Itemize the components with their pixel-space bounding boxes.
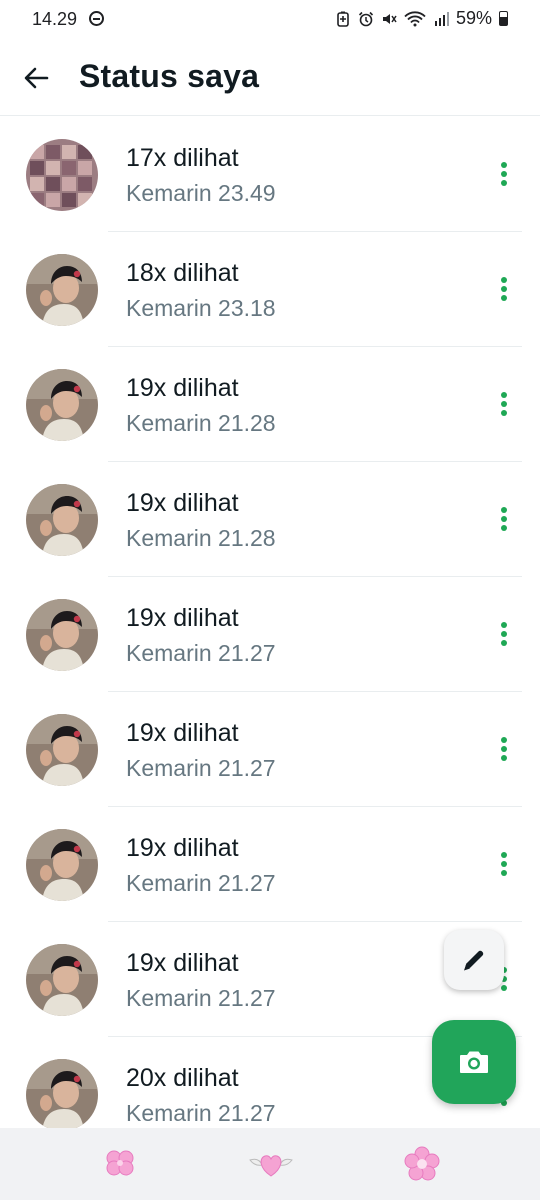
avatar-image <box>26 139 98 211</box>
status-menu-button[interactable] <box>490 735 518 763</box>
signal-icon <box>434 11 449 26</box>
status-time: Kemarin 21.27 <box>126 870 276 896</box>
avatar-image <box>26 599 98 671</box>
status-thumbnail[interactable] <box>26 1059 98 1131</box>
status-menu-button[interactable] <box>490 620 518 648</box>
status-info: 19x dilihat Kemarin 21.27 <box>126 948 276 1013</box>
view-count: 20x dilihat <box>126 1064 239 1092</box>
view-count: 18x dilihat <box>126 259 239 287</box>
status-item[interactable]: 18x dilihat Kemarin 23.18 <box>0 232 540 347</box>
status-item[interactable]: 19x dilihat Kemarin 21.27 <box>0 692 540 807</box>
flower-icon <box>404 1146 440 1181</box>
status-thumbnail[interactable] <box>26 139 98 211</box>
view-count: 19x dilihat <box>126 834 239 862</box>
status-info: 19x dilihat Kemarin 21.28 <box>126 488 276 553</box>
status-thumbnail[interactable] <box>26 944 98 1016</box>
avatar-image <box>26 944 98 1016</box>
status-time: Kemarin 21.27 <box>126 985 276 1011</box>
text-status-button[interactable] <box>444 930 504 990</box>
more-vertical-icon <box>501 852 507 876</box>
status-info: 19x dilihat Kemarin 21.27 <box>126 603 276 668</box>
status-time: Kemarin 21.28 <box>126 525 276 551</box>
status-thumbnail[interactable] <box>26 599 98 671</box>
more-vertical-icon <box>501 162 507 186</box>
alarm-icon <box>358 11 374 26</box>
view-count: 19x dilihat <box>126 604 239 632</box>
more-vertical-icon <box>501 277 507 301</box>
status-menu-button[interactable] <box>490 505 518 533</box>
status-thumbnail[interactable] <box>26 714 98 786</box>
bottom-bar <box>0 1128 540 1200</box>
status-item[interactable]: 17x dilihat Kemarin 23.49 <box>0 117 540 232</box>
status-icons: 59% <box>335 8 508 29</box>
view-count: 19x dilihat <box>126 489 239 517</box>
camera-icon <box>460 1051 488 1073</box>
avatar-image <box>26 369 98 441</box>
status-item[interactable]: 19x dilihat Kemarin 21.27 <box>0 577 540 692</box>
winged-heart-icon <box>249 1155 293 1177</box>
avatar-image <box>26 484 98 556</box>
pencil-icon <box>464 950 484 971</box>
avatar-image <box>26 254 98 326</box>
more-vertical-icon <box>501 392 507 416</box>
system-status-bar: 14.29 59% <box>0 0 540 40</box>
status-info: 17x dilihat Kemarin 23.49 <box>126 143 276 208</box>
status-time: Kemarin 23.18 <box>126 295 276 321</box>
status-thumbnail[interactable] <box>26 254 98 326</box>
mute-icon <box>382 13 397 24</box>
status-menu-button[interactable] <box>490 160 518 188</box>
arrow-left-icon[interactable] <box>20 62 52 94</box>
avatar-image <box>26 714 98 786</box>
status-time: Kemarin 21.28 <box>126 410 276 436</box>
status-menu-button[interactable] <box>490 850 518 878</box>
app-bar: Status saya <box>0 40 540 116</box>
status-time: Kemarin 21.27 <box>126 640 276 666</box>
camera-status-button[interactable] <box>432 1020 516 1104</box>
view-count: 19x dilihat <box>126 949 239 977</box>
status-item[interactable]: 19x dilihat Kemarin 21.27 <box>0 807 540 922</box>
view-count: 19x dilihat <box>126 374 239 402</box>
status-menu-button[interactable] <box>490 275 518 303</box>
status-info: 20x dilihat Kemarin 21.27 <box>126 1063 276 1128</box>
status-thumbnail[interactable] <box>26 829 98 901</box>
status-info: 19x dilihat Kemarin 21.27 <box>126 718 276 783</box>
more-vertical-icon <box>501 622 507 646</box>
status-thumbnail[interactable] <box>26 484 98 556</box>
view-count: 19x dilihat <box>126 719 239 747</box>
avatar-image <box>26 1059 98 1131</box>
status-info: 19x dilihat Kemarin 21.27 <box>126 833 276 898</box>
avatar-image <box>26 829 98 901</box>
view-count: 17x dilihat <box>126 144 239 172</box>
more-vertical-icon <box>501 507 507 531</box>
wifi-icon <box>404 10 426 26</box>
status-menu-button[interactable] <box>490 390 518 418</box>
clover-icon <box>106 1150 134 1176</box>
status-item[interactable]: 19x dilihat Kemarin 21.28 <box>0 462 540 577</box>
status-list: 17x dilihat Kemarin 23.49 18x dilihat Ke… <box>0 117 540 1152</box>
status-item[interactable]: 19x dilihat Kemarin 21.28 <box>0 347 540 462</box>
page-title: Status saya <box>79 58 260 94</box>
clock: 14.29 <box>32 9 78 29</box>
status-time: Kemarin 23.49 <box>126 180 276 206</box>
do-not-disturb-icon <box>89 11 104 26</box>
status-time: Kemarin 21.27 <box>126 755 276 781</box>
battery-icon <box>499 11 508 26</box>
status-time: Kemarin 21.27 <box>126 1100 276 1126</box>
status-info: 18x dilihat Kemarin 23.18 <box>126 258 276 323</box>
more-vertical-icon <box>501 737 507 761</box>
battery-percent: 59% <box>455 8 492 28</box>
battery-saver-icon <box>337 11 349 27</box>
status-thumbnail[interactable] <box>26 369 98 441</box>
status-info: 19x dilihat Kemarin 21.28 <box>126 373 276 438</box>
